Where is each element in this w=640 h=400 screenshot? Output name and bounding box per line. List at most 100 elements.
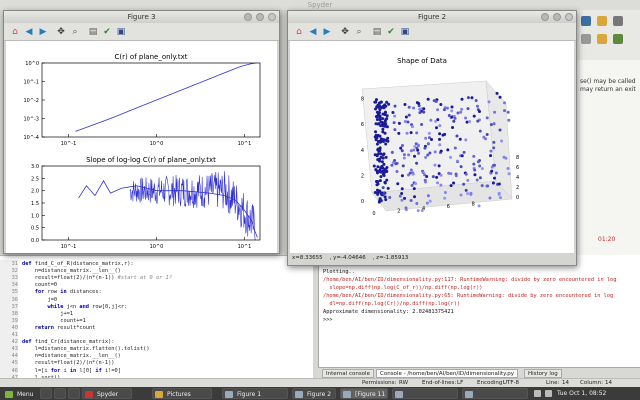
launcher-icon[interactable] (68, 388, 80, 399)
eol-label: End-of-lines: (422, 380, 457, 386)
taskbar-item-pictures[interactable]: Pictures (152, 388, 212, 399)
scatter-point (453, 116, 457, 120)
pan-icon[interactable]: ✥ (340, 27, 350, 37)
figure2-window[interactable]: Figure 2 ⌂ ◀ ▶ ✥ ⌕ ▤ ✔ ▣ Shape of Data 0 2… (287, 10, 577, 266)
scatter-point (376, 112, 380, 116)
figure2-toolbar: ⌂ ◀ ▶ ✥ ⌕ ▤ ✔ ▣ (288, 23, 576, 41)
scatter-point (495, 91, 499, 95)
tab-console-dimensionality[interactable]: Console - /home/ben/AI/ben/ID/dimensiona… (376, 369, 519, 378)
launcher-icon[interactable] (54, 388, 66, 399)
edit-axis-icon[interactable]: ✔ (102, 27, 112, 37)
figure3-toolbar: ⌂ ◀ ▶ ✥ ⌕ ▤ ✔ ▣ (4, 23, 279, 41)
minimize-icon[interactable] (244, 13, 252, 21)
taskbar-item-spyder[interactable]: Spyder (82, 388, 132, 399)
scatter-point (393, 104, 397, 108)
scatter-point (378, 170, 382, 174)
z-tick-label: 0 (361, 199, 364, 205)
save-icon[interactable] (581, 16, 591, 26)
code-token: row (47, 289, 61, 296)
scatter-point (382, 192, 386, 196)
y-tick-label: 8 (516, 155, 519, 161)
configure-subplots-icon[interactable]: ▤ (372, 27, 382, 37)
forward-icon[interactable]: ▶ (322, 27, 332, 37)
close-icon[interactable] (565, 13, 573, 21)
code-editor[interactable]: 31 def find_C_of_R(distance_matrix,r): 32 … (0, 255, 313, 378)
scatter-point (438, 137, 442, 141)
scatter-point (400, 198, 404, 202)
folder-icon (155, 391, 163, 398)
scatter-point (426, 97, 430, 101)
save-figure-icon[interactable]: ▣ (116, 27, 126, 37)
scatter-point (379, 155, 383, 159)
maximize-icon[interactable] (553, 13, 561, 21)
scatter-point (378, 159, 382, 163)
ipython-console[interactable]: Plotting.. /home/ben/AI/ben/ID/dimensiona… (318, 255, 640, 367)
figure3-window[interactable]: Figure 3 ⌂ ◀ ▶ ✥ ⌕ ▤ ✔ ▣ C(r) of plane_o… (3, 10, 280, 254)
scatter-point (472, 114, 476, 118)
taskbar-item-figure11[interactable]: [Figure 11 (340, 388, 388, 399)
scatter-point (489, 149, 493, 153)
scatter-point (414, 182, 418, 186)
scatter-point (462, 150, 466, 154)
pan-icon[interactable]: ✥ (56, 27, 66, 37)
save-figure-icon[interactable]: ▣ (400, 27, 410, 37)
scatter-point (383, 103, 387, 107)
taskbar-item-window[interactable] (392, 388, 458, 399)
close-icon[interactable] (268, 13, 276, 21)
scatter-point (438, 132, 442, 136)
scatter-point (434, 126, 438, 130)
x-tick-label: 4 (422, 206, 425, 212)
scatter-point (493, 110, 497, 114)
minimize-icon[interactable] (541, 13, 549, 21)
x-tick-label: 10^1 (238, 141, 252, 147)
scatter-point (391, 110, 395, 114)
network-icon[interactable] (534, 390, 541, 397)
back-icon[interactable]: ◀ (308, 27, 318, 37)
zoom-icon[interactable]: ⌕ (70, 27, 80, 37)
scatter-point (374, 130, 378, 134)
console-line: /home/ben/AI/ben/ID/dimensionality.py:11… (323, 277, 617, 283)
menu-button[interactable]: Menu (2, 388, 36, 399)
configure-subplots-icon[interactable]: ▤ (88, 27, 98, 37)
scatter-point (469, 192, 473, 196)
volume-icon[interactable] (545, 390, 552, 397)
taskbar-item-figure2[interactable]: Figure 2 (292, 388, 336, 399)
scatter-point (384, 155, 388, 159)
code-token: for (50, 367, 64, 374)
x-tick-label: 2 (397, 209, 400, 215)
gear-icon[interactable] (581, 34, 591, 44)
taskbar-item-figure1[interactable]: Figure 1 (222, 388, 288, 399)
scatter-point (381, 112, 385, 116)
back-icon[interactable]: ◀ (24, 27, 34, 37)
folder-icon[interactable] (597, 16, 607, 26)
scatter-point (449, 184, 453, 188)
x-tick-label: 10^0 (150, 244, 164, 250)
home-icon[interactable]: ⌂ (294, 27, 304, 37)
tab-internal-console[interactable]: Internal console (322, 369, 374, 378)
column-value: 14 (605, 380, 612, 386)
scatter-point (452, 119, 456, 123)
home-icon[interactable]: ⌂ (10, 27, 20, 37)
clock[interactable]: Tue Oct 1, 08:52 (557, 387, 606, 400)
tab-history-log[interactable]: History log (524, 369, 562, 378)
window-icon (295, 391, 303, 398)
settings-icon[interactable] (613, 16, 623, 26)
y-tick-label: 2.5 (31, 176, 39, 182)
zoom-icon[interactable]: ⌕ (354, 27, 364, 37)
code-token: in (69, 367, 80, 374)
scatter-point (381, 117, 385, 121)
taskbar-item-window[interactable] (462, 388, 528, 399)
x-tick-label: 0 (372, 211, 375, 217)
scatter-point (460, 97, 464, 101)
edit-axis-icon[interactable]: ✔ (386, 27, 396, 37)
scatter-point (384, 142, 388, 146)
launcher-icon[interactable] (40, 388, 52, 399)
scatter-point (456, 111, 460, 115)
code-token: j+=1 (22, 310, 74, 317)
scatter-point (492, 122, 496, 126)
maximize-icon[interactable] (256, 13, 264, 21)
window-icon (343, 391, 351, 398)
up-arrow-icon[interactable] (613, 34, 623, 44)
folder-open-icon[interactable] (597, 34, 607, 44)
forward-icon[interactable]: ▶ (38, 27, 48, 37)
